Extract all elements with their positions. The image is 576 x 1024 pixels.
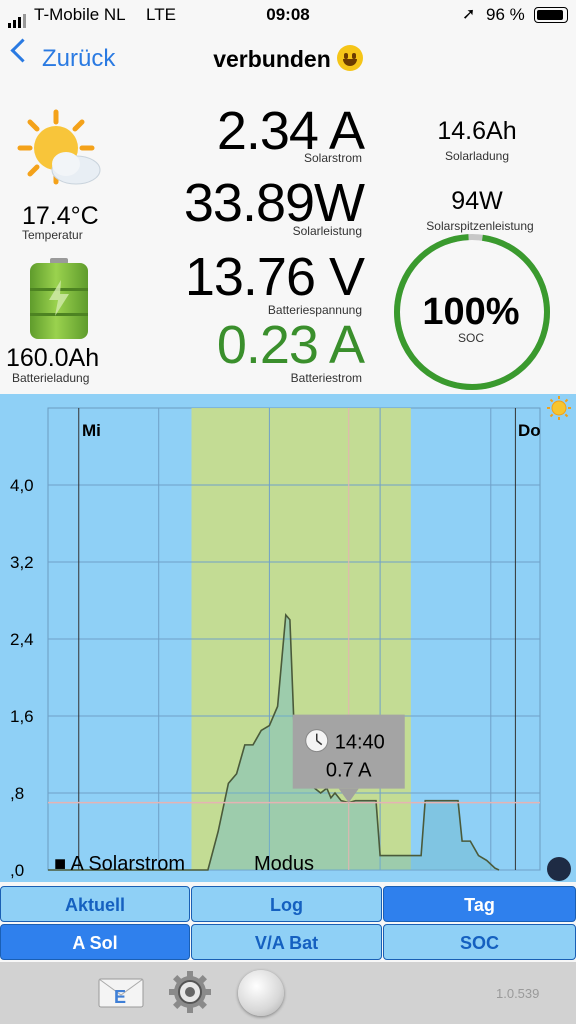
page-title: verbunden xyxy=(0,45,576,73)
sun-ray xyxy=(564,398,569,403)
battery-current-label: Batteriestrom xyxy=(290,371,362,385)
chart-area[interactable]: 4,0 3,2 2,4 1,6 ,8 ,0 Mi Do 14:40 0.7 A ■ A Solars… xyxy=(0,394,576,882)
peak-power-label: Solarspitzenleistung xyxy=(426,219,534,233)
tab-a-sol[interactable]: A Sol xyxy=(0,924,190,960)
solar-charge-value: 14.6Ah xyxy=(437,117,517,145)
svg-text:E: E xyxy=(114,987,126,1007)
battery-current-value: 0.23 A xyxy=(216,315,365,375)
sun-ray xyxy=(549,398,554,403)
tooltip-time: 14:40 xyxy=(335,732,385,754)
sun-icon xyxy=(551,400,567,416)
tooltip-value: 0.7 A xyxy=(326,760,372,782)
solar-power-label: Solarleistung xyxy=(292,224,362,238)
y-tick-label: 3,2 xyxy=(10,553,34,572)
tab-log[interactable]: Log xyxy=(191,886,382,922)
mail-icon[interactable]: E xyxy=(98,975,144,1009)
tab-tag[interactable]: Tag xyxy=(383,886,576,922)
solar-charge-label: Solarladung xyxy=(444,149,510,163)
smiley-icon xyxy=(336,45,363,71)
y-tick-label: 2,4 xyxy=(10,630,34,649)
battery-voltage-value: 13.76 V xyxy=(184,247,365,307)
y-tick-label: 4,0 xyxy=(10,476,34,495)
soc-label: SOC xyxy=(457,331,484,345)
status-bar: T-Mobile NL LTE 09:08 ➚ 96 % xyxy=(0,0,576,30)
y-tick-label: 1,6 xyxy=(10,707,34,726)
moon-icon xyxy=(547,857,571,881)
soc-value: 100% xyxy=(422,291,520,333)
day-label: Mi xyxy=(82,421,101,440)
tab-v-a-bat[interactable]: V/A Bat xyxy=(191,924,382,960)
sun-ray xyxy=(549,413,554,418)
solar-current-label: Solarstrom xyxy=(303,151,362,165)
sun-ray xyxy=(564,413,569,418)
battery-percent: 96 % xyxy=(486,5,525,24)
connection-status: verbunden xyxy=(213,46,331,72)
tab-aktuell[interactable]: Aktuell xyxy=(0,886,190,922)
gear-icon[interactable] xyxy=(168,970,212,1014)
chart-legend: ■ A Solarstrom xyxy=(54,853,185,875)
mode-label: Modus xyxy=(254,853,314,875)
solar-current-chart[interactable]: 4,0 3,2 2,4 1,6 ,8 ,0 Mi Do 14:40 0.7 A ■ A Solars… xyxy=(0,394,576,882)
y-tick-label: ,8 xyxy=(10,784,24,803)
tab-soc[interactable]: SOC xyxy=(383,924,576,960)
peak-power-value: 94W xyxy=(451,187,503,215)
day-label: Do xyxy=(518,421,541,440)
battery-icon xyxy=(534,7,568,23)
location-icon: ➚ xyxy=(462,6,476,23)
footer-bar xyxy=(0,962,576,1024)
version-label: 1.0.539 xyxy=(496,986,540,1001)
y-tick-label: ,0 xyxy=(10,861,24,880)
round-button-icon[interactable] xyxy=(238,970,284,1016)
